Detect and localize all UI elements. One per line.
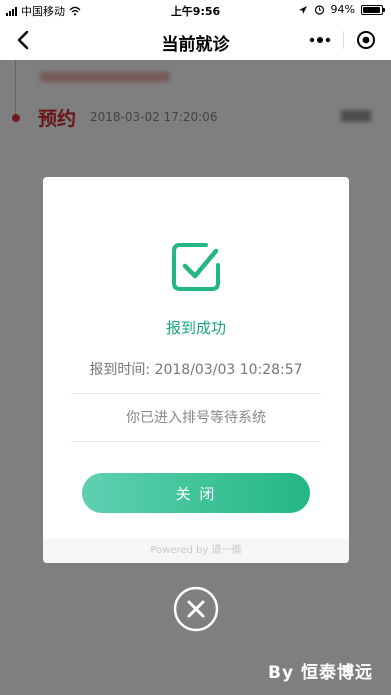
watermark-text: By 恒泰博远 — [268, 663, 373, 683]
queue-message: 你已进入排号等待系统 — [126, 410, 266, 426]
status-right: 94% — [298, 3, 385, 16]
status-bar: 中国移动 上午9:56 94% — [0, 0, 391, 20]
checkin-success-dialog: 报到成功 报到时间: 2018/03/03 10:28:57 你已进入排号等待系… — [43, 177, 349, 563]
checkbox-checked-icon — [172, 243, 220, 291]
divider — [71, 441, 321, 442]
checkin-status-title: 报到成功 — [165, 319, 226, 337]
more-dots-icon[interactable] — [303, 25, 337, 55]
capsule-divider — [342, 31, 344, 49]
divider — [71, 393, 321, 394]
battery-percent: 94% — [330, 3, 355, 16]
battery-icon — [361, 4, 385, 15]
miniprogram-capsule — [303, 25, 383, 55]
location-icon — [298, 5, 307, 14]
checkin-time: 报到时间: 2018/03/03 10:28:57 — [89, 362, 303, 378]
target-circle-icon[interactable] — [349, 25, 383, 55]
nav-bar: 当前就诊 — [0, 20, 391, 60]
close-circle-icon[interactable] — [173, 586, 219, 632]
close-button[interactable]: 关 闭 — [82, 473, 310, 513]
alarm-icon — [314, 5, 324, 15]
powered-by-footer: Powered by 道一循 — [43, 539, 349, 563]
